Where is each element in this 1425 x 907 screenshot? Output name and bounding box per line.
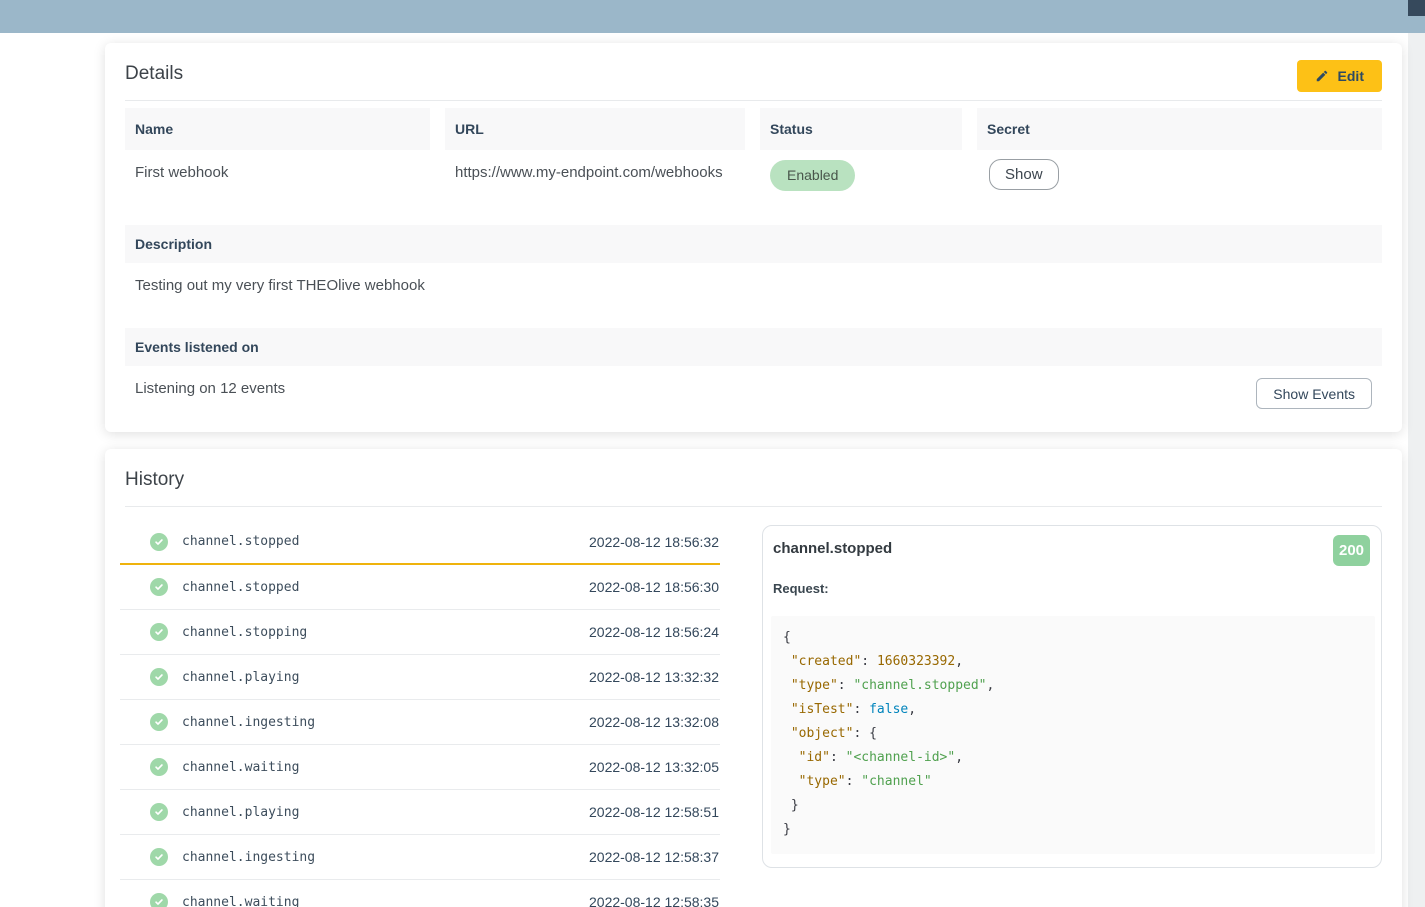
history-row[interactable]: channel.waiting 2022-08-12 12:58:35 xyxy=(120,880,720,907)
url-field-value: https://www.my-endpoint.com/webhooks xyxy=(445,150,745,191)
check-circle-icon xyxy=(150,758,168,776)
details-divider xyxy=(125,100,1382,101)
event-name: channel.stopped xyxy=(182,580,299,595)
description-label: Description xyxy=(125,225,1382,263)
event-name: channel.ingesting xyxy=(182,715,315,730)
event-timestamp: 2022-08-12 12:58:51 xyxy=(589,804,719,820)
event-timestamp: 2022-08-12 12:58:35 xyxy=(589,894,719,907)
scrollbar-track[interactable] xyxy=(1408,33,1425,907)
history-row[interactable]: channel.playing 2022-08-12 12:58:51 xyxy=(120,790,720,835)
code-line: "object": { xyxy=(783,722,1363,746)
check-circle-icon xyxy=(150,533,168,551)
details-title: Details xyxy=(125,63,183,85)
details-card: Details Edit Name URL Status Secret Firs… xyxy=(105,43,1402,432)
pencil-icon xyxy=(1315,69,1329,83)
history-row[interactable]: channel.ingesting 2022-08-12 13:32:08 xyxy=(120,700,720,745)
event-name: channel.playing xyxy=(182,670,299,685)
code-line: "type": "channel" xyxy=(783,770,1363,794)
history-row[interactable]: channel.stopped 2022-08-12 18:56:30 xyxy=(120,565,720,610)
history-event-list: channel.stopped 2022-08-12 18:56:32 chan… xyxy=(120,520,720,907)
status-enabled-badge: Enabled xyxy=(770,160,855,191)
request-label: Request: xyxy=(773,581,829,596)
top-nav-bar xyxy=(0,0,1425,33)
check-circle-icon xyxy=(150,578,168,596)
check-circle-icon xyxy=(150,623,168,641)
events-listened-value: Listening on 12 events xyxy=(135,380,285,397)
history-row[interactable]: channel.ingesting 2022-08-12 12:58:37 xyxy=(120,835,720,880)
history-title: History xyxy=(125,469,184,491)
edit-button[interactable]: Edit xyxy=(1297,60,1382,92)
event-timestamp: 2022-08-12 18:56:32 xyxy=(589,534,719,550)
scrollbar-thumb[interactable] xyxy=(1408,0,1425,16)
history-divider xyxy=(125,506,1382,507)
event-name: channel.waiting xyxy=(182,895,299,907)
url-field-label: URL xyxy=(445,108,745,150)
event-name: channel.playing xyxy=(182,805,299,820)
check-circle-icon xyxy=(150,893,168,907)
event-name: channel.stopped xyxy=(182,534,299,549)
check-circle-icon xyxy=(150,668,168,686)
event-timestamp: 2022-08-12 13:32:05 xyxy=(589,759,719,775)
code-line: "id": "<channel-id>", xyxy=(783,746,1363,770)
name-field-value: First webhook xyxy=(125,150,430,191)
event-name: channel.ingesting xyxy=(182,850,315,865)
code-line: } xyxy=(783,794,1363,818)
check-circle-icon xyxy=(150,713,168,731)
request-json-code: { "created": 1660323392, "type": "channe… xyxy=(771,616,1375,854)
check-circle-icon xyxy=(150,803,168,821)
details-fields: Name URL Status Secret First webhook htt… xyxy=(125,108,1382,191)
check-circle-icon xyxy=(150,848,168,866)
history-row[interactable]: channel.stopped 2022-08-12 18:56:32 xyxy=(120,520,720,565)
code-line: "type": "channel.stopped", xyxy=(783,674,1363,698)
name-field-label: Name xyxy=(125,108,430,150)
status-code-badge: 200 xyxy=(1333,535,1370,566)
event-timestamp: 2022-08-12 12:58:37 xyxy=(589,849,719,865)
history-row[interactable]: channel.waiting 2022-08-12 13:32:05 xyxy=(120,745,720,790)
event-detail-panel: channel.stopped 200 Request: { "created"… xyxy=(762,525,1382,868)
secret-field-label: Secret xyxy=(977,108,1382,150)
code-line: "isTest": false, xyxy=(783,698,1363,722)
history-row[interactable]: channel.stopping 2022-08-12 18:56:24 xyxy=(120,610,720,655)
history-row[interactable]: channel.playing 2022-08-12 13:32:32 xyxy=(120,655,720,700)
event-timestamp: 2022-08-12 18:56:30 xyxy=(589,579,719,595)
description-value: Testing out my very first THEOlive webho… xyxy=(135,277,425,294)
event-name: channel.stopping xyxy=(182,625,307,640)
event-timestamp: 2022-08-12 18:56:24 xyxy=(589,624,719,640)
code-line: } xyxy=(783,818,1363,842)
show-secret-button[interactable]: Show xyxy=(989,159,1059,190)
code-line: { xyxy=(783,626,1363,650)
events-listened-label: Events listened on xyxy=(125,328,1382,366)
code-line: "created": 1660323392, xyxy=(783,650,1363,674)
event-detail-title: channel.stopped xyxy=(773,540,892,557)
event-name: channel.waiting xyxy=(182,760,299,775)
edit-button-label: Edit xyxy=(1338,68,1364,84)
history-card: History channel.stopped 2022-08-12 18:56… xyxy=(105,449,1402,907)
event-timestamp: 2022-08-12 13:32:08 xyxy=(589,714,719,730)
show-events-button[interactable]: Show Events xyxy=(1256,378,1372,409)
status-field-label: Status xyxy=(760,108,962,150)
event-timestamp: 2022-08-12 13:32:32 xyxy=(589,669,719,685)
